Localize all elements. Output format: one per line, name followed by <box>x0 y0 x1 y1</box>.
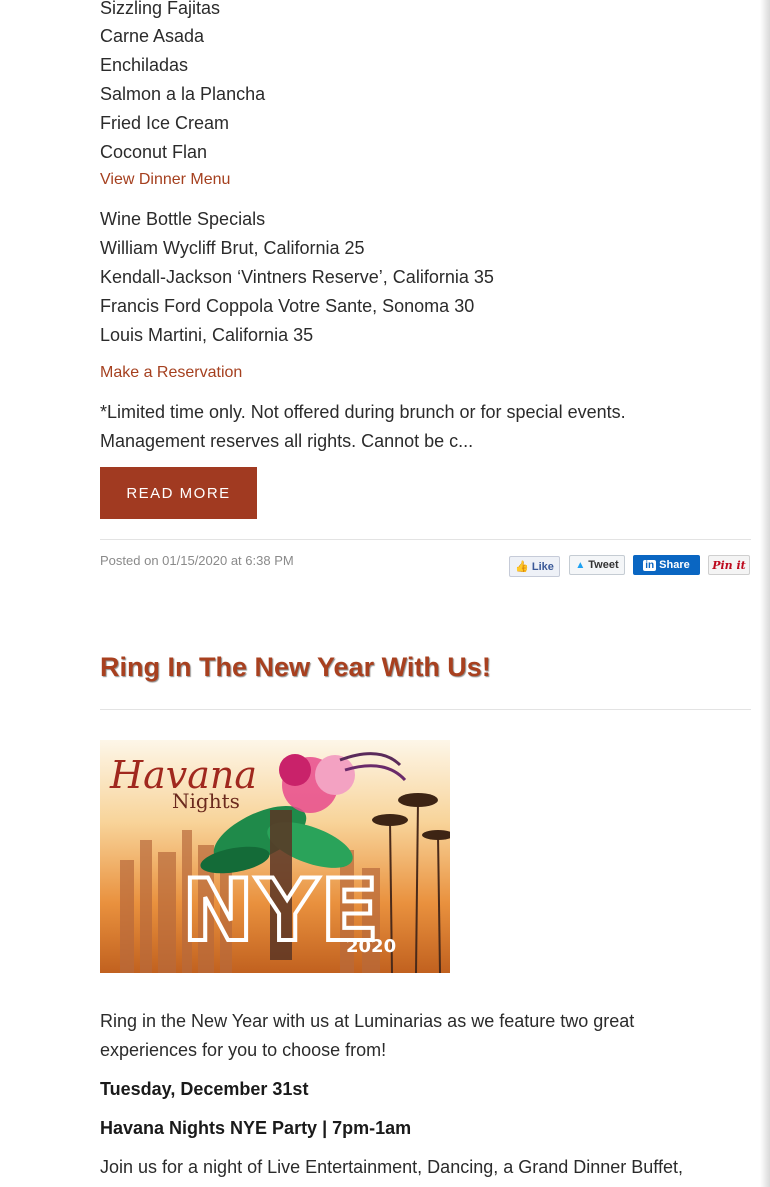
promo-graphic: Havana Nights NYE 2020 <box>100 740 450 973</box>
like-label: Like <box>531 560 554 573</box>
svg-text:Nights: Nights <box>172 789 240 813</box>
wine-specials-heading: Wine Bottle Specials <box>100 209 266 229</box>
menu-item: Salmon a la Plancha <box>100 84 266 104</box>
divider <box>100 709 751 710</box>
menu-item: Enchiladas <box>100 55 189 75</box>
pin-label: Pin it <box>712 558 746 572</box>
disclaimer-text: Management reserves all rights. Cannot b… <box>100 431 474 451</box>
menu-item: Carne Asada <box>100 26 205 46</box>
divider <box>100 539 751 540</box>
pinterest-pin-button[interactable]: Pin it <box>708 555 750 575</box>
linkedin-share-button[interactable]: in Share <box>633 555 700 575</box>
facebook-like-button[interactable]: 👍 Like <box>509 556 560 577</box>
share-label: Share <box>659 559 690 571</box>
menu-item: Coconut Flan <box>100 142 208 162</box>
posted-date: Posted on 01/15/2020 at 6:38 PM <box>100 553 294 568</box>
menu-item: Fried Ice Cream <box>100 113 230 133</box>
event-date: Tuesday, December 31st <box>100 1079 309 1099</box>
event-name: Havana Nights NYE Party | 7pm-1am <box>100 1118 412 1138</box>
thumbs-up-icon: 👍 <box>515 561 529 573</box>
page-edge-shadow <box>760 0 770 1187</box>
view-dinner-menu-link[interactable]: View Dinner Menu <box>100 171 230 189</box>
twitter-bird-icon: ▲ <box>575 559 586 571</box>
intro-text: experiences for you to choose from! <box>100 1040 387 1060</box>
svg-text:2020: 2020 <box>346 936 396 957</box>
havana-nights-nye-image[interactable]: Havana Nights NYE 2020 <box>100 740 450 973</box>
menu-item: Sizzling Fajitas <box>100 0 221 18</box>
event-description: Join us for a night of Live Entertainmen… <box>100 1157 683 1177</box>
disclaimer-text: *Limited time only. Not offered during b… <box>100 402 626 422</box>
tweet-button[interactable]: ▲ Tweet <box>569 555 625 575</box>
wine-item: Kendall-Jackson ‘Vintners Reserve’, Cali… <box>100 267 494 287</box>
linkedin-icon: in <box>643 559 657 571</box>
wine-item: Francis Ford Coppola Votre Sante, Sonoma… <box>100 296 475 316</box>
intro-text: Ring in the New Year with us at Luminari… <box>100 1011 635 1031</box>
tweet-label: Tweet <box>588 559 619 571</box>
wine-item: William Wycliff Brut, California 25 <box>100 238 365 258</box>
wine-item: Louis Martini, California 35 <box>100 325 314 345</box>
read-more-button[interactable]: READ MORE <box>100 467 257 519</box>
make-reservation-link[interactable]: Make a Reservation <box>100 364 242 382</box>
post-title[interactable]: Ring In The New Year With Us! <box>100 652 491 683</box>
